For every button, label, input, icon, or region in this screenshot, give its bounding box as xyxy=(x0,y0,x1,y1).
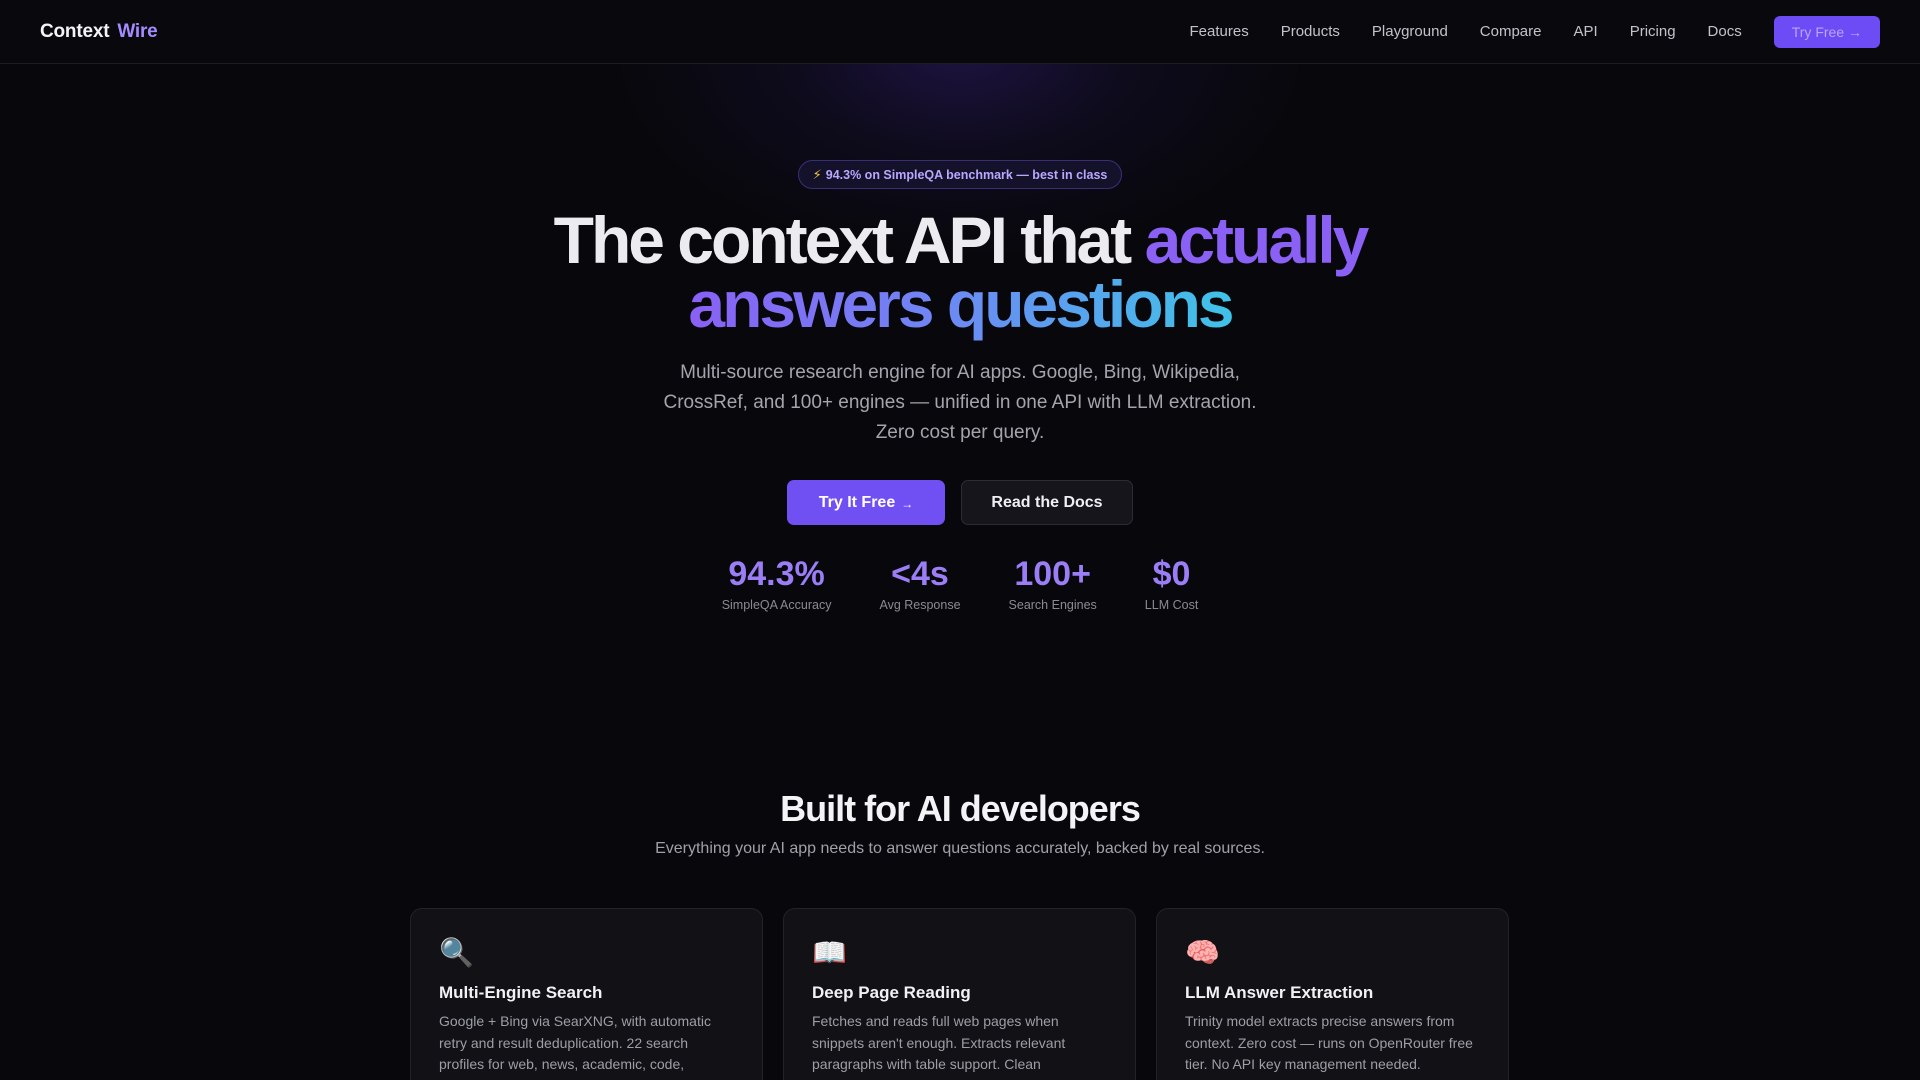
nav-link-compare[interactable]: Compare xyxy=(1480,23,1542,40)
try-it-free-label: Try It Free xyxy=(818,493,896,511)
feature-card-description: Fetches and reads full web pages when sn… xyxy=(812,1013,1066,1072)
feature-card-llm-answer-extraction: 🧠 LLM Answer Extraction Trinity model ex… xyxy=(1156,908,1509,1080)
stat-label: SimpleQA Accuracy xyxy=(721,598,832,612)
book-icon: 📖 xyxy=(812,937,847,968)
brain-icon: 🧠 xyxy=(1185,937,1220,968)
feature-card-title: Deep Page Reading xyxy=(812,983,971,1002)
hero-title-part2: actually xyxy=(1144,203,1370,277)
nav-link-products[interactable]: Products xyxy=(1281,23,1340,40)
nav-link-pricing[interactable]: Pricing xyxy=(1630,23,1676,40)
stat-value: $0 xyxy=(1152,555,1191,593)
landing-page: Context Wire Features Products Playgroun… xyxy=(0,0,1920,1080)
stat-value: 100+ xyxy=(1014,555,1091,593)
stat-value: <4s xyxy=(891,555,949,593)
stat-label: Search Engines xyxy=(1008,598,1097,612)
stats-row: 94.3% SimpleQA Accuracy <4s Avg Response… xyxy=(0,554,1920,612)
logo[interactable]: Context Wire xyxy=(40,21,158,43)
read-the-docs-button[interactable]: Read the Docs xyxy=(961,480,1133,525)
stat-engines: 100+ Search Engines xyxy=(1009,554,1097,612)
feature-card-title: LLM Answer Extraction xyxy=(1185,983,1374,1002)
features-section-title: Built for AI developers xyxy=(780,788,1141,829)
nav-link-docs[interactable]: Docs xyxy=(1708,23,1742,40)
nav-link-playground[interactable]: Playground xyxy=(1372,23,1448,40)
arrow-right-icon: → xyxy=(901,497,914,511)
feature-cards: 🔍 Multi-Engine Search Google + Bing via … xyxy=(410,908,1510,1080)
logo-text-wire: Wire xyxy=(117,20,158,42)
magnifier-icon: 🔍 xyxy=(439,937,474,968)
top-navbar: Context Wire Features Products Playgroun… xyxy=(0,0,1920,64)
nav-link-api[interactable]: API xyxy=(1574,23,1598,40)
hero-title-part3: answers questions xyxy=(688,267,1234,341)
hero-subtitle: Multi-source research engine for AI apps… xyxy=(663,362,1257,443)
lightning-icon: ⚡ xyxy=(812,166,822,182)
nav-link-features[interactable]: Features xyxy=(1190,23,1249,40)
features-section-subtitle: Everything your AI app needs to answer q… xyxy=(655,840,1265,857)
try-free-nav-button[interactable]: Try Free → xyxy=(1773,15,1880,48)
hero-title-part1: The context API that xyxy=(553,203,1133,277)
feature-card-title: Multi-Engine Search xyxy=(439,983,603,1002)
stat-label: LLM Cost xyxy=(1144,598,1199,612)
feature-card-deep-page-reading: 📖 Deep Page Reading Fetches and reads fu… xyxy=(783,908,1136,1080)
stat-accuracy: 94.3% SimpleQA Accuracy xyxy=(722,554,832,612)
logo-text-context: Context xyxy=(40,20,110,42)
benchmark-badge: ⚡ 94.3% on SimpleQA benchmark — best in … xyxy=(798,160,1122,189)
feature-card-description: Trinity model extracts precise answers f… xyxy=(1185,1013,1473,1072)
nav-links: Features Products Playground Compare API… xyxy=(1190,15,1880,48)
hero-title: The context API that actually answers qu… xyxy=(0,207,1920,337)
stat-cost: $0 LLM Cost xyxy=(1145,554,1199,612)
stat-label: Avg Response xyxy=(879,598,961,612)
stat-value: 94.3% xyxy=(728,555,825,593)
stat-response: <4s Avg Response xyxy=(879,554,960,612)
feature-card-description: Google + Bing via SearXNG, with automati… xyxy=(439,1013,711,1072)
feature-card-multi-engine-search: 🔍 Multi-Engine Search Google + Bing via … xyxy=(410,908,763,1080)
benchmark-badge-text: 94.3% on SimpleQA benchmark — best in cl… xyxy=(825,167,1108,182)
try-it-free-button[interactable]: Try It Free → xyxy=(787,480,945,525)
